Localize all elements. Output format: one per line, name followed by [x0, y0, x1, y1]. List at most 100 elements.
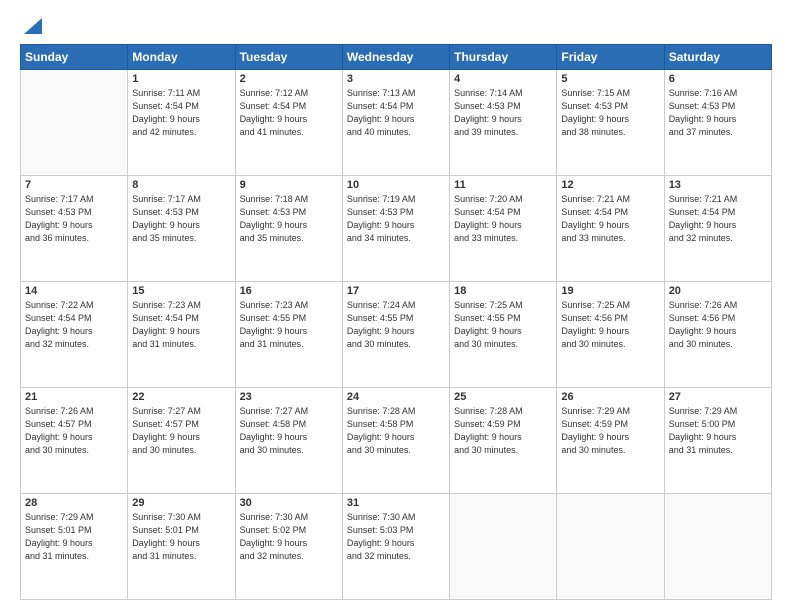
day-info: Sunrise: 7:24 AM Sunset: 4:55 PM Dayligh…	[347, 299, 445, 351]
calendar-table: SundayMondayTuesdayWednesdayThursdayFrid…	[20, 44, 772, 600]
day-info: Sunrise: 7:28 AM Sunset: 4:59 PM Dayligh…	[454, 405, 552, 457]
day-number: 16	[240, 285, 338, 297]
day-number: 25	[454, 391, 552, 403]
calendar-cell: 26 Sunrise: 7:29 AM Sunset: 4:59 PM Dayli…	[557, 388, 664, 494]
calendar-cell: 2 Sunrise: 7:12 AM Sunset: 4:54 PM Daylig…	[235, 70, 342, 176]
day-number: 4	[454, 73, 552, 85]
calendar-cell: 16 Sunrise: 7:23 AM Sunset: 4:55 PM Dayli…	[235, 282, 342, 388]
calendar-cell: 11Sunrise: 7:20 AM Sunset: 4:54 PM Dayli…	[450, 176, 557, 282]
day-number: 26	[561, 391, 659, 403]
calendar-cell: 13 Sunrise: 7:21 AM Sunset: 4:54 PM Dayli…	[664, 176, 771, 282]
calendar-cell: 4 Sunrise: 7:14 AM Sunset: 4:53 PM Daylig…	[450, 70, 557, 176]
day-number: 2	[240, 73, 338, 85]
weekday-header-row: SundayMondayTuesdayWednesdayThursdayFrid…	[21, 45, 772, 70]
day-info: Sunrise: 7:17 AM Sunset: 4:53 PM Dayligh…	[25, 193, 123, 245]
calendar-week-row: 14 Sunrise: 7:22 AM Sunset: 4:54 PM Dayli…	[21, 282, 772, 388]
calendar-cell: 27 Sunrise: 7:29 AM Sunset: 5:00 PM Dayli…	[664, 388, 771, 494]
calendar-cell	[450, 494, 557, 600]
day-info: Sunrise: 7:22 AM Sunset: 4:54 PM Dayligh…	[25, 299, 123, 351]
day-number: 31	[347, 497, 445, 509]
day-info: Sunrise: 7:29 AM Sunset: 4:59 PM Dayligh…	[561, 405, 659, 457]
calendar-cell: 15 Sunrise: 7:23 AM Sunset: 4:54 PM Dayli…	[128, 282, 235, 388]
calendar-cell: 9 Sunrise: 7:18 AM Sunset: 4:53 PM Daylig…	[235, 176, 342, 282]
calendar-cell: 14 Sunrise: 7:22 AM Sunset: 4:54 PM Dayli…	[21, 282, 128, 388]
weekday-header-thursday: Thursday	[450, 45, 557, 70]
calendar-cell: 17 Sunrise: 7:24 AM Sunset: 4:55 PM Dayli…	[342, 282, 449, 388]
day-info: Sunrise: 7:17 AM Sunset: 4:53 PM Dayligh…	[132, 193, 230, 245]
day-info: Sunrise: 7:21 AM Sunset: 4:54 PM Dayligh…	[669, 193, 767, 245]
logo-icon	[24, 18, 42, 34]
weekday-header-saturday: Saturday	[664, 45, 771, 70]
calendar-cell: 19 Sunrise: 7:25 AM Sunset: 4:56 PM Dayli…	[557, 282, 664, 388]
day-number: 18	[454, 285, 552, 297]
calendar-cell: 8Sunrise: 7:17 AM Sunset: 4:53 PM Daylig…	[128, 176, 235, 282]
calendar-cell: 10 Sunrise: 7:19 AM Sunset: 4:53 PM Dayli…	[342, 176, 449, 282]
day-info: Sunrise: 7:26 AM Sunset: 4:56 PM Dayligh…	[669, 299, 767, 351]
day-info: Sunrise: 7:23 AM Sunset: 4:54 PM Dayligh…	[132, 299, 230, 351]
page: SundayMondayTuesdayWednesdayThursdayFrid…	[0, 0, 792, 612]
calendar-cell: 23 Sunrise: 7:27 AM Sunset: 4:58 PM Dayli…	[235, 388, 342, 494]
weekday-header-monday: Monday	[128, 45, 235, 70]
day-info: Sunrise: 7:19 AM Sunset: 4:53 PM Dayligh…	[347, 193, 445, 245]
calendar-cell: 30 Sunrise: 7:30 AM Sunset: 5:02 PM Dayli…	[235, 494, 342, 600]
day-info: Sunrise: 7:27 AM Sunset: 4:58 PM Dayligh…	[240, 405, 338, 457]
day-info: Sunrise: 7:28 AM Sunset: 4:58 PM Dayligh…	[347, 405, 445, 457]
day-info: Sunrise: 7:29 AM Sunset: 5:00 PM Dayligh…	[669, 405, 767, 457]
day-info: Sunrise: 7:15 AM Sunset: 4:53 PM Dayligh…	[561, 87, 659, 139]
day-info: Sunrise: 7:12 AM Sunset: 4:54 PM Dayligh…	[240, 87, 338, 139]
calendar-cell	[21, 70, 128, 176]
calendar-cell: 18Sunrise: 7:25 AM Sunset: 4:55 PM Dayli…	[450, 282, 557, 388]
weekday-header-wednesday: Wednesday	[342, 45, 449, 70]
day-number: 30	[240, 497, 338, 509]
day-info: Sunrise: 7:14 AM Sunset: 4:53 PM Dayligh…	[454, 87, 552, 139]
day-info: Sunrise: 7:30 AM Sunset: 5:03 PM Dayligh…	[347, 511, 445, 563]
calendar-cell: 21Sunrise: 7:26 AM Sunset: 4:57 PM Dayli…	[21, 388, 128, 494]
day-number: 12	[561, 179, 659, 191]
day-number: 9	[240, 179, 338, 191]
day-number: 10	[347, 179, 445, 191]
day-number: 1	[132, 73, 230, 85]
day-number: 19	[561, 285, 659, 297]
calendar-cell	[664, 494, 771, 600]
calendar-week-row: 28 Sunrise: 7:29 AM Sunset: 5:01 PM Dayli…	[21, 494, 772, 600]
day-number: 20	[669, 285, 767, 297]
day-info: Sunrise: 7:21 AM Sunset: 4:54 PM Dayligh…	[561, 193, 659, 245]
day-number: 24	[347, 391, 445, 403]
calendar-cell: 28 Sunrise: 7:29 AM Sunset: 5:01 PM Dayli…	[21, 494, 128, 600]
day-info: Sunrise: 7:18 AM Sunset: 4:53 PM Dayligh…	[240, 193, 338, 245]
day-info: Sunrise: 7:23 AM Sunset: 4:55 PM Dayligh…	[240, 299, 338, 351]
day-number: 14	[25, 285, 123, 297]
day-info: Sunrise: 7:26 AM Sunset: 4:57 PM Dayligh…	[25, 405, 123, 457]
day-info: Sunrise: 7:30 AM Sunset: 5:02 PM Dayligh…	[240, 511, 338, 563]
calendar-cell: 22Sunrise: 7:27 AM Sunset: 4:57 PM Dayli…	[128, 388, 235, 494]
day-info: Sunrise: 7:27 AM Sunset: 4:57 PM Dayligh…	[132, 405, 230, 457]
day-info: Sunrise: 7:29 AM Sunset: 5:01 PM Dayligh…	[25, 511, 123, 563]
calendar-cell: 3 Sunrise: 7:13 AM Sunset: 4:54 PM Daylig…	[342, 70, 449, 176]
day-info: Sunrise: 7:30 AM Sunset: 5:01 PM Dayligh…	[132, 511, 230, 563]
day-number: 27	[669, 391, 767, 403]
day-info: Sunrise: 7:13 AM Sunset: 4:54 PM Dayligh…	[347, 87, 445, 139]
calendar-week-row: 21Sunrise: 7:26 AM Sunset: 4:57 PM Dayli…	[21, 388, 772, 494]
day-number: 28	[25, 497, 123, 509]
day-number: 17	[347, 285, 445, 297]
day-info: Sunrise: 7:25 AM Sunset: 4:56 PM Dayligh…	[561, 299, 659, 351]
weekday-header-friday: Friday	[557, 45, 664, 70]
calendar-cell: 29Sunrise: 7:30 AM Sunset: 5:01 PM Dayli…	[128, 494, 235, 600]
calendar-cell: 7 Sunrise: 7:17 AM Sunset: 4:53 PM Daylig…	[21, 176, 128, 282]
day-info: Sunrise: 7:20 AM Sunset: 4:54 PM Dayligh…	[454, 193, 552, 245]
calendar-cell: 1Sunrise: 7:11 AM Sunset: 4:54 PM Daylig…	[128, 70, 235, 176]
calendar-cell: 20 Sunrise: 7:26 AM Sunset: 4:56 PM Dayli…	[664, 282, 771, 388]
day-number: 23	[240, 391, 338, 403]
day-number: 15	[132, 285, 230, 297]
calendar-cell: 5Sunrise: 7:15 AM Sunset: 4:53 PM Daylig…	[557, 70, 664, 176]
day-info: Sunrise: 7:16 AM Sunset: 4:53 PM Dayligh…	[669, 87, 767, 139]
day-number: 13	[669, 179, 767, 191]
day-number: 7	[25, 179, 123, 191]
calendar-cell: 6Sunrise: 7:16 AM Sunset: 4:53 PM Daylig…	[664, 70, 771, 176]
weekday-header-sunday: Sunday	[21, 45, 128, 70]
calendar-cell: 12 Sunrise: 7:21 AM Sunset: 4:54 PM Dayli…	[557, 176, 664, 282]
logo	[20, 16, 42, 36]
calendar-cell	[557, 494, 664, 600]
calendar-cell: 31 Sunrise: 7:30 AM Sunset: 5:03 PM Dayli…	[342, 494, 449, 600]
day-number: 3	[347, 73, 445, 85]
